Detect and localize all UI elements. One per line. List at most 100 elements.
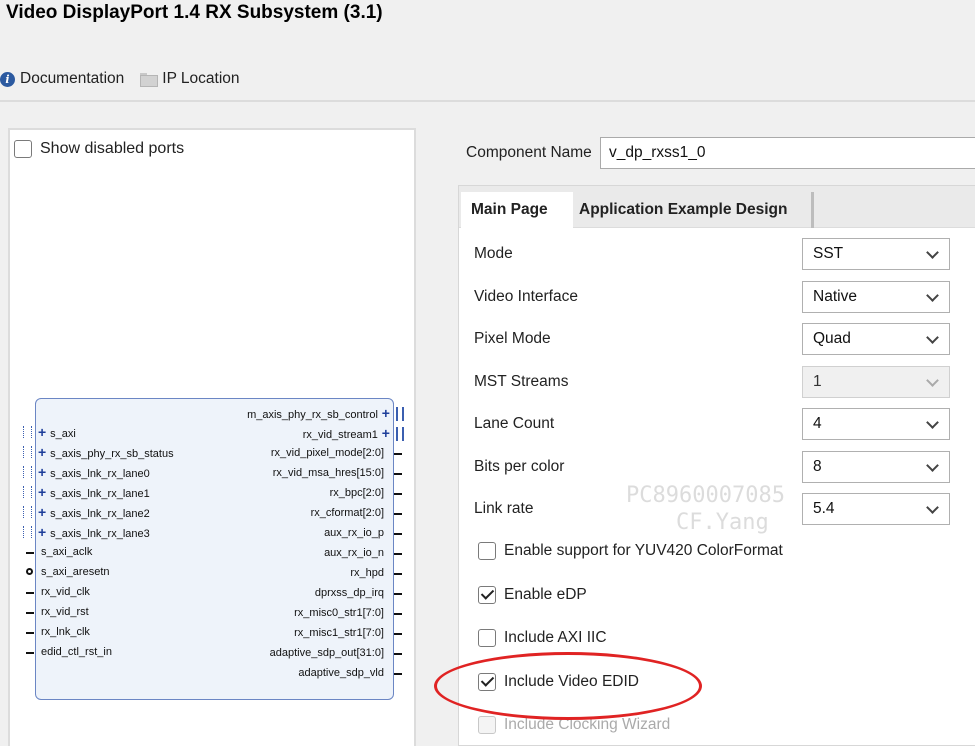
option-checkbox-row[interactable]: Include AXI IIC (478, 629, 607, 647)
option-checkbox[interactable] (478, 629, 496, 647)
block-port-left: + s_axi (38, 425, 76, 441)
port-pin (394, 613, 402, 615)
show-disabled-ports-checkbox[interactable] (14, 140, 32, 158)
port-name: s_axis_phy_rx_sb_status (50, 448, 174, 460)
port-pin (394, 473, 402, 475)
bus-connector (396, 407, 404, 421)
field-select[interactable]: SST (802, 238, 950, 270)
port-pin (26, 552, 34, 554)
expand-port-icon[interactable]: + (38, 424, 50, 440)
chevron-down-icon (926, 373, 939, 387)
block-port-right: rx_vid_pixel_mode[2:0] (271, 446, 384, 460)
field-label: Pixel Mode (474, 330, 551, 347)
block-port-left: rx_vid_clk (41, 585, 90, 599)
bus-connector (23, 506, 32, 518)
toolbar-divider (0, 100, 975, 102)
bus-connector (23, 486, 32, 498)
tab-application-example-design[interactable]: Application Example Design (569, 192, 814, 228)
port-pin (26, 592, 34, 594)
block-port-right: rx_misc0_str1[7:0] (294, 606, 384, 620)
port-pin (26, 632, 34, 634)
bus-connector (23, 526, 32, 538)
info-icon: i (0, 71, 15, 87)
port-pin (394, 673, 402, 675)
block-port-left: edid_ctl_rst_in (41, 645, 112, 659)
port-pin (394, 573, 402, 575)
block-port-right: m_axis_phy_rx_sb_control + (247, 406, 390, 422)
expand-port-icon[interactable]: + (378, 425, 390, 441)
port-name: adaptive_sdp_out[31:0] (269, 647, 384, 659)
block-port-right: rx_bpc[2:0] (330, 486, 384, 500)
block-port-right: adaptive_sdp_vld (298, 666, 384, 680)
expand-port-icon[interactable]: + (378, 405, 390, 421)
port-name: rx_vid_stream1 (302, 429, 378, 441)
block-port-right: rx_cformat[2:0] (311, 506, 384, 520)
port-pin (394, 533, 402, 535)
field-select[interactable]: 5.4 (802, 493, 950, 525)
port-pin (394, 633, 402, 635)
block-port-left: rx_vid_rst (41, 605, 89, 619)
field-label: Mode (474, 245, 513, 262)
field-label: MST Streams (474, 372, 569, 390)
select-value: Native (813, 287, 857, 305)
port-name: aux_rx_io_p (324, 527, 384, 539)
block-port-left: rx_lnk_clk (41, 625, 90, 639)
symbol-panel: Show disabled ports + s_axi + s_axis_phy_… (8, 128, 416, 746)
port-name: rx_cformat[2:0] (310, 507, 384, 519)
expand-port-icon[interactable]: + (38, 464, 50, 480)
chevron-down-icon (926, 458, 939, 472)
bus-connector (23, 446, 32, 458)
expand-port-icon[interactable]: + (38, 484, 50, 500)
block-port-right: rx_vid_stream1 + (303, 426, 390, 442)
field-select[interactable]: 4 (802, 408, 950, 440)
field-select[interactable]: Quad (802, 323, 950, 355)
bus-connector (23, 426, 32, 438)
field-select[interactable]: Native (802, 280, 950, 313)
tab-main-page[interactable]: Main Page (461, 192, 573, 228)
block-port-left: + s_axis_lnk_rx_lane0 (38, 465, 150, 481)
block-port-right: rx_vid_msa_hres[15:0] (273, 466, 384, 480)
show-disabled-ports-label: Show disabled ports (40, 140, 185, 157)
component-name-label: Component Name (466, 144, 592, 161)
port-name: adaptive_sdp_vld (298, 667, 384, 679)
port-name: s_axi_aresetn (41, 566, 110, 578)
toolbar: i Documentation IP Location (0, 68, 256, 90)
window-title: Video DisplayPort 1.4 RX Subsystem (3.1) (6, 2, 383, 23)
chevron-down-icon (926, 288, 939, 302)
tab-bar: Main Page Application Example Design (459, 186, 975, 228)
block-port-left: s_axi_aclk (41, 545, 92, 559)
port-pin (394, 593, 402, 595)
option-checkbox[interactable] (478, 585, 496, 604)
port-name: rx_hpd (350, 567, 384, 579)
port-name: aux_rx_io_n (324, 547, 384, 559)
block-port-right: rx_hpd (350, 566, 384, 580)
field-select[interactable]: 8 (802, 450, 950, 483)
port-name: s_axis_lnk_rx_lane3 (50, 528, 150, 540)
port-name: rx_misc1_str1[7:0] (294, 627, 384, 639)
expand-port-icon[interactable]: + (38, 524, 50, 540)
block-port-right: aux_rx_io_p (324, 526, 384, 540)
expand-port-icon[interactable]: + (38, 444, 50, 460)
ip-location-link[interactable]: IP Location (140, 70, 240, 88)
block-port-right: dprxss_dp_irq (315, 586, 384, 600)
port-name: rx_vid_msa_hres[15:0] (272, 467, 384, 479)
port-name: rx_lnk_clk (41, 626, 90, 638)
select-value: 4 (813, 415, 822, 432)
chevron-down-icon (926, 246, 939, 259)
ip-location-label: IP Location (162, 70, 240, 87)
port-name: rx_bpc[2:0] (329, 487, 384, 499)
chevron-down-icon (926, 501, 939, 514)
port-name: s_axis_lnk_rx_lane2 (50, 508, 150, 520)
bus-connector (396, 427, 404, 441)
option-checkbox-row[interactable]: Enable support for YUV420 ColorFormat (478, 542, 783, 560)
documentation-label: Documentation (20, 70, 125, 87)
documentation-link[interactable]: i Documentation (0, 70, 124, 88)
component-name-input[interactable]: v_dp_rxss1_0 (600, 137, 975, 169)
option-checkbox[interactable] (478, 542, 496, 560)
expand-port-icon[interactable]: + (38, 504, 50, 520)
select-value: Quad (813, 330, 851, 347)
field-label: Link rate (474, 500, 534, 517)
option-checkbox-row[interactable]: Enable eDP (478, 585, 587, 604)
port-name: s_axis_lnk_rx_lane1 (50, 488, 150, 500)
show-disabled-ports-toggle[interactable]: Show disabled ports (14, 140, 184, 158)
